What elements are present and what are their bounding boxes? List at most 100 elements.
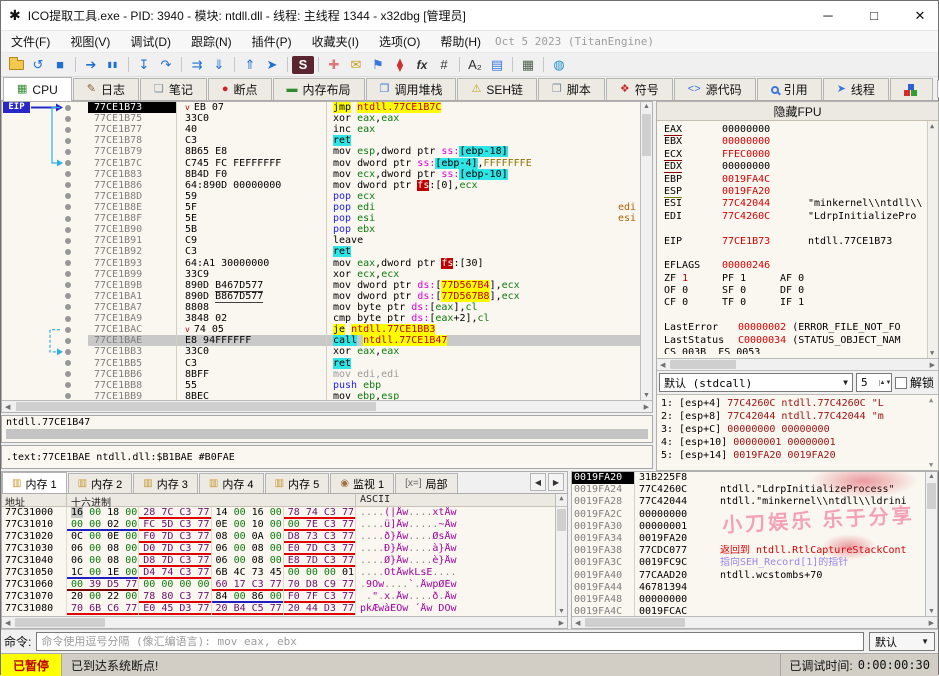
- scroll-right-icon[interactable]: ▶: [930, 361, 935, 369]
- dump-row[interactable]: 77C31020 0C 00 0E 00 F0 7D C3 77 08 00 0A 0…: [2, 531, 567, 543]
- disasm-row[interactable]: 77CE1B8F 5E pop esi esi: [2, 213, 640, 225]
- breakpoint-gutter[interactable]: [2, 280, 88, 291]
- scroll-down-icon[interactable]: ▼: [558, 608, 565, 615]
- menu-item-5[interactable]: 插件(P): [242, 30, 302, 53]
- bookmark-button[interactable]: ⧫: [389, 55, 411, 75]
- menu-item-3[interactable]: 调试(D): [120, 30, 181, 53]
- flag-zf[interactable]: ZF 1: [664, 273, 722, 285]
- reference-hash-button[interactable]: #: [433, 55, 455, 75]
- breakpoint-dot-icon[interactable]: [65, 371, 71, 378]
- breakpoint-dot-icon[interactable]: [65, 137, 71, 144]
- breakpoint-gutter[interactable]: [2, 391, 88, 400]
- breakpoint-gutter[interactable]: [2, 169, 88, 180]
- breakpoint-gutter[interactable]: [2, 191, 88, 202]
- dump-row[interactable]: 77C31060 00 39 D5 77 00 00 00 00 60 17 C3 7…: [2, 579, 567, 591]
- stack-row[interactable]: 0019FA3C 0019FC9C 指向SEH_Record[1]的指针: [572, 557, 937, 570]
- breakpoint-dot-icon[interactable]: [65, 360, 71, 367]
- menu-item-1[interactable]: 文件(F): [1, 30, 60, 53]
- flag-if[interactable]: IF 1: [780, 297, 838, 309]
- breakpoint-gutter[interactable]: [2, 380, 88, 391]
- scroll-up-icon[interactable]: ▲: [929, 396, 933, 404]
- column-header-hex[interactable]: 十六进制: [66, 494, 355, 509]
- command-profile-dropdown[interactable]: 默认 ▼: [869, 632, 935, 651]
- register-value[interactable]: C0000034: [738, 335, 792, 347]
- stack-row[interactable]: 0019FA44 46781394: [572, 581, 937, 594]
- disasm-row[interactable]: 77CE1B9B 890D B467D577 mov dword ptr ds:[7…: [2, 279, 640, 292]
- dump-tab-watch-1[interactable]: ◉ 监视 1: [330, 473, 395, 493]
- breakpoint-dot-icon[interactable]: [65, 271, 71, 278]
- stop-button[interactable]: ■: [49, 55, 71, 75]
- tab-cpu[interactable]: ▦ CPU: [3, 77, 72, 101]
- disasm-row[interactable]: 77CE1B83 8B4D F0 mov ecx,dword ptr ss:[ebp…: [2, 168, 640, 180]
- breakpoint-dot-icon[interactable]: [65, 237, 71, 244]
- breakpoint-dot-icon[interactable]: [65, 260, 71, 267]
- scroll-left-icon[interactable]: ◀: [575, 619, 580, 627]
- dump-horizontal-scrollbar[interactable]: ◀ ▶: [2, 616, 567, 628]
- scroll-up-icon[interactable]: ▲: [930, 122, 934, 130]
- stack-row[interactable]: 0019FA30 00000001: [572, 520, 937, 533]
- breakpoint-gutter[interactable]: [2, 324, 88, 335]
- tab-notes[interactable]: ❏ 笔记: [139, 78, 207, 100]
- scroll-up-icon[interactable]: ▲: [643, 103, 650, 110]
- spinner-arrows-icon[interactable]: ▲▼: [878, 379, 891, 386]
- breakpoint-gutter[interactable]: [2, 369, 88, 380]
- scroll-down-icon[interactable]: ▼: [930, 349, 934, 357]
- scrollbar-thumb[interactable]: [557, 509, 566, 531]
- breakpoint-gutter[interactable]: [2, 158, 88, 169]
- disasm-row[interactable]: 77CE1B8D 59 pop ecx: [2, 190, 640, 202]
- breakpoint-gutter[interactable]: [2, 235, 88, 246]
- disasm-row[interactable]: 77CE1B86 64:890D 00000000 mov dword ptr fs…: [2, 179, 640, 191]
- arguments-scrollbar[interactable]: ▲ ▼: [927, 396, 937, 469]
- breakpoint-dot-icon[interactable]: [65, 215, 71, 222]
- disasm-row[interactable]: 77CE1B93 64:A1 30000000 mov eax,dword ptr …: [2, 257, 640, 269]
- tab-seh[interactable]: ⚠ SEH链: [457, 78, 538, 100]
- dump-tab-memory-3[interactable]: ▥ 内存 3: [133, 473, 198, 493]
- call-argument-row[interactable]: 2: [esp+8] 77C42044 ntdll.77C42044 "m: [661, 410, 926, 423]
- register-value[interactable]: 00000000: [722, 161, 808, 173]
- breakpoint-gutter[interactable]: [2, 258, 88, 269]
- breakpoint-dot-icon[interactable]: [65, 182, 71, 189]
- source-mode-button[interactable]: S: [292, 55, 314, 74]
- breakpoint-dot-icon[interactable]: [65, 348, 71, 355]
- attach-device-button[interactable]: ▤: [486, 55, 508, 75]
- breakpoint-dot-icon[interactable]: [65, 204, 71, 211]
- step-out-button[interactable]: ⇑: [239, 55, 261, 75]
- dump-row[interactable]: 77C31070 20 00 22 00 78 80 C3 77 84 00 86 0…: [2, 591, 567, 603]
- stack-vertical-scrollbar[interactable]: ▲ ▼: [925, 472, 937, 616]
- flag-df[interactable]: DF 0: [780, 285, 838, 297]
- disasm-row[interactable]: 77CE1B92 C3 ret: [2, 246, 640, 258]
- disasm-row[interactable]: 77CE1BB6 8BFF mov edi,edi: [2, 368, 640, 380]
- disasm-row[interactable]: 77CE1BAE E8 94FFFFFF call ntdll.77CE1B47: [2, 335, 640, 347]
- stack-row[interactable]: 0019FA20 31B225F8: [572, 472, 937, 485]
- flag-tf[interactable]: TF 0: [722, 297, 780, 309]
- tab-call-stack[interactable]: ❐ 调用堆栈: [365, 78, 457, 100]
- tab-log[interactable]: ✎ 日志: [72, 78, 139, 100]
- menu-item-2[interactable]: 视图(V): [60, 30, 120, 53]
- stack-row[interactable]: 0019FA34 0019FA20: [572, 532, 937, 546]
- breakpoint-dot-icon[interactable]: [65, 315, 71, 322]
- call-argument-row[interactable]: 1: [esp+4] 77C4260C ntdll.77C4260C "L: [661, 397, 926, 410]
- scroll-left-icon[interactable]: ◀: [5, 403, 10, 411]
- scroll-down-icon[interactable]: ▼: [928, 608, 935, 615]
- disasm-row[interactable]: 77CE1BB8 55 push ebp: [2, 379, 640, 391]
- registers-vertical-scrollbar[interactable]: ▲ ▼: [927, 121, 938, 358]
- disasm-row[interactable]: 77CE1B79 8B65 E8 mov esp,dword ptr ss:[ebp…: [2, 146, 640, 158]
- stack-horizontal-scrollbar[interactable]: ◀ ▶: [572, 616, 937, 628]
- patch-button[interactable]: ✚: [323, 55, 345, 75]
- breakpoint-dot-icon[interactable]: [65, 293, 71, 300]
- disasm-row[interactable]: 77CE1B77 40 inc eax: [2, 124, 640, 136]
- disassembly-vertical-scrollbar[interactable]: ▲ ▼: [640, 102, 652, 400]
- scrollbar-thumb[interactable]: [585, 618, 685, 627]
- dump-row[interactable]: 77C31040 06 00 08 00 D8 7D C3 77 06 00 08 0…: [2, 555, 567, 567]
- tab-source[interactable]: <> 源代码: [673, 78, 756, 100]
- disasm-row[interactable]: 77CE1B99 33C9 xor ecx,ecx: [2, 268, 640, 280]
- breakpoint-dot-icon[interactable]: [65, 382, 71, 389]
- stack-row[interactable]: 0019FA2C 00000000: [572, 508, 937, 521]
- breakpoint-dot-icon[interactable]: [65, 226, 71, 233]
- flag-cf[interactable]: CF 0: [664, 297, 722, 309]
- scrollbar-thumb[interactable]: [15, 618, 105, 627]
- flag-af[interactable]: AF 0: [780, 273, 838, 285]
- disasm-row[interactable]: 77CE1B73 v EB 07 jmp ntdll.77CE1B7C: [2, 102, 640, 114]
- dump-tab-locals[interactable]: [x=] 局部: [395, 473, 458, 493]
- disassembly-horizontal-scrollbar[interactable]: ◀ ▶: [2, 400, 652, 412]
